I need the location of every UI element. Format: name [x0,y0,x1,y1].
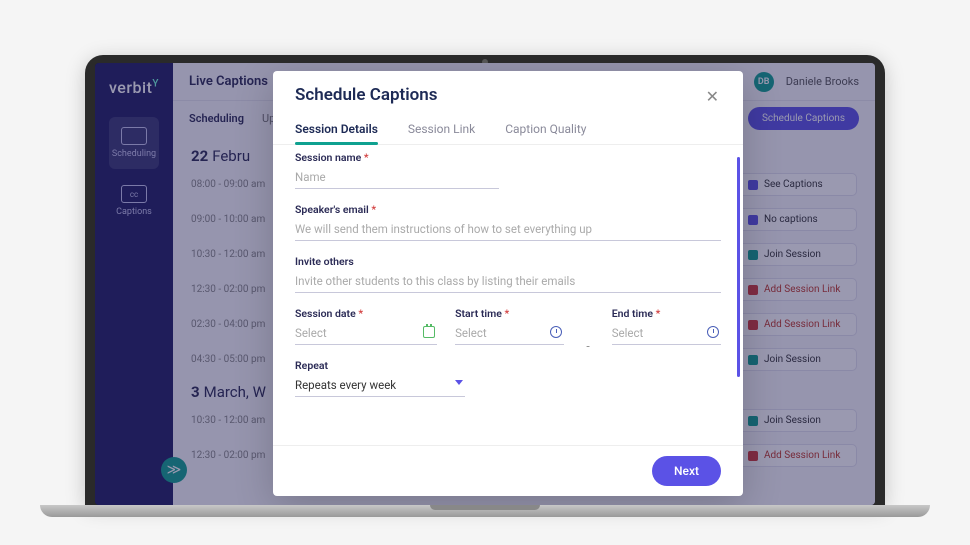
time-dash: - [586,339,589,359]
schedule-captions-modal: Schedule Captions ✕ Session Details Sess… [273,71,743,496]
field-end-time: End time * [612,307,721,345]
clock-icon[interactable] [707,326,719,338]
tab-session-details[interactable]: Session Details [295,116,378,144]
modal-header: Schedule Captions ✕ [273,71,743,116]
input-speaker-email[interactable] [295,218,721,241]
input-end-time[interactable] [612,322,721,345]
datetime-row: Session date * Start time * - [295,307,721,359]
label-session-name: Session name * [295,151,499,164]
modal-body: Session name * Speaker's email * Invite … [273,145,743,445]
close-button[interactable]: ✕ [704,85,721,108]
modal-tabs: Session Details Session Link Caption Qua… [273,116,743,145]
modal-title: Schedule Captions [295,85,438,105]
label-start-time: Start time * [455,307,564,320]
label-session-date: Session date * [295,307,437,320]
input-session-date[interactable] [295,322,437,345]
tab-caption-quality[interactable]: Caption Quality [505,116,586,144]
label-invite-others: Invite others [295,255,721,268]
calendar-icon[interactable] [423,326,435,338]
label-speaker-email: Speaker's email * [295,203,721,216]
field-repeat: Repeat [295,359,465,397]
select-repeat[interactable] [295,374,465,397]
tab-session-link[interactable]: Session Link [408,116,475,144]
field-session-name: Session name * [295,151,499,189]
input-start-time[interactable] [455,322,564,345]
label-end-time: End time * [612,307,721,320]
field-invite-others: Invite others [295,255,721,293]
label-repeat: Repeat [295,359,465,372]
laptop-base [40,505,930,517]
field-session-date: Session date * [295,307,437,345]
laptop-frame: verbitY Scheduling Captions Live Caption… [85,55,885,505]
next-button[interactable]: Next [652,456,721,486]
input-invite-others[interactable] [295,270,721,293]
field-speaker-email: Speaker's email * [295,203,721,241]
app-screen: verbitY Scheduling Captions Live Caption… [95,63,875,505]
field-start-time: Start time * [455,307,564,345]
modal-footer: Next [273,445,743,496]
input-session-name[interactable] [295,166,499,189]
chevron-down-icon [455,380,463,385]
